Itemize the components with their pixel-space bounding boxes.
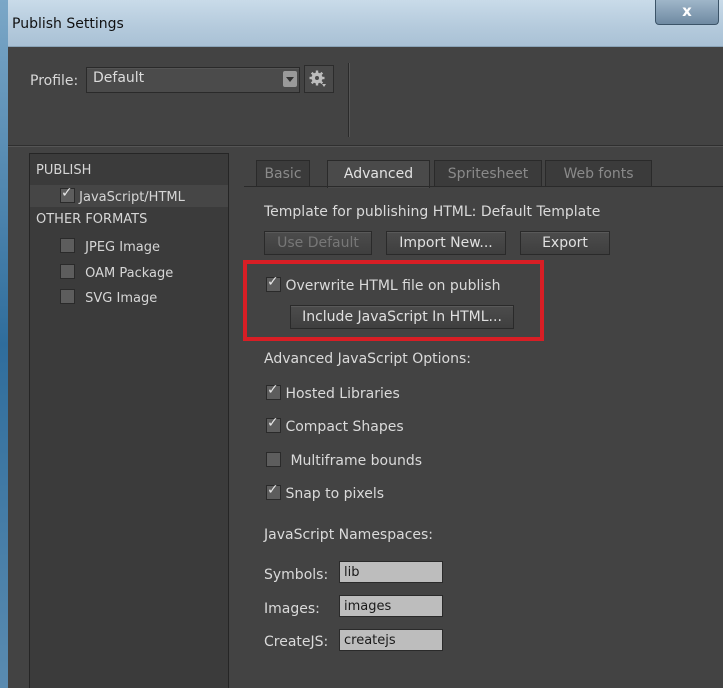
tab-web-fonts[interactable]: Web fonts bbox=[545, 160, 652, 187]
overwrite-label: Overwrite HTML file on publish bbox=[285, 278, 501, 294]
option-compact-shapes[interactable]: Compact Shapes bbox=[266, 415, 404, 435]
format-checkbox[interactable] bbox=[60, 289, 75, 304]
option-checkbox[interactable] bbox=[266, 415, 281, 433]
use-default-button[interactable]: Use Default bbox=[264, 231, 372, 255]
format-item-svg[interactable]: SVG Image bbox=[60, 289, 157, 306]
format-item-javascript-html[interactable]: JavaScript/HTML bbox=[60, 185, 185, 205]
window-frame bbox=[0, 0, 8, 688]
option-multiframe-bounds[interactable]: Multiframe bounds bbox=[266, 452, 422, 469]
gear-icon bbox=[309, 70, 326, 87]
close-button[interactable]: x bbox=[655, 0, 719, 25]
header-divider bbox=[348, 63, 349, 137]
createjs-namespace-input[interactable]: createjs bbox=[339, 629, 443, 651]
export-button[interactable]: Export bbox=[520, 231, 610, 255]
format-label: SVG Image bbox=[85, 291, 158, 306]
tab-spritesheet[interactable]: Spritesheet bbox=[434, 160, 542, 187]
publish-settings-dialog: Publish Settings x Profile: Default PUBL… bbox=[0, 0, 723, 688]
other-formats-header: OTHER FORMATS bbox=[36, 212, 148, 227]
option-snap-to-pixels[interactable]: Snap to pixels bbox=[266, 482, 385, 502]
overwrite-html-option[interactable]: Overwrite HTML file on publish bbox=[266, 274, 501, 294]
format-checkbox[interactable] bbox=[60, 185, 75, 203]
format-list-panel: PUBLISH JavaScript/HTML OTHER FORMATS JP… bbox=[29, 153, 229, 688]
chevron-down-icon[interactable] bbox=[283, 71, 297, 87]
tab-basic[interactable]: Basic bbox=[256, 160, 310, 187]
format-item-oam[interactable]: OAM Package bbox=[60, 264, 173, 281]
format-label: JPEG Image bbox=[85, 240, 160, 255]
publish-header: PUBLISH bbox=[36, 163, 92, 178]
format-checkbox[interactable] bbox=[60, 238, 75, 253]
option-checkbox[interactable] bbox=[266, 452, 281, 467]
title-bar: Publish Settings x bbox=[8, 0, 723, 47]
namespace-label-createjs: CreateJS: bbox=[264, 634, 329, 650]
profile-label: Profile: bbox=[30, 73, 79, 89]
option-checkbox[interactable] bbox=[266, 482, 281, 500]
option-hosted-libraries[interactable]: Hosted Libraries bbox=[266, 382, 400, 402]
format-label: OAM Package bbox=[85, 266, 174, 281]
option-checkbox[interactable] bbox=[266, 382, 281, 400]
format-item-jpeg[interactable]: JPEG Image bbox=[60, 238, 160, 255]
profile-area: Profile: Default bbox=[8, 47, 723, 157]
namespaces-header: JavaScript Namespaces: bbox=[264, 527, 434, 543]
symbols-namespace-input[interactable]: lib bbox=[339, 561, 443, 583]
import-new-button[interactable]: Import New... bbox=[386, 231, 506, 255]
profile-select[interactable]: Default bbox=[86, 67, 300, 93]
section-divider bbox=[8, 145, 723, 146]
profile-options-button[interactable] bbox=[304, 65, 334, 93]
format-checkbox[interactable] bbox=[60, 264, 75, 279]
profile-value: Default bbox=[93, 70, 145, 86]
tab-baseline bbox=[244, 186, 723, 187]
template-text: Template for publishing HTML: Default Te… bbox=[264, 204, 601, 220]
include-javascript-button[interactable]: Include JavaScript In HTML... bbox=[290, 305, 514, 329]
option-label: Hosted Libraries bbox=[285, 386, 400, 402]
format-label: JavaScript/HTML bbox=[79, 190, 185, 205]
namespace-label-symbols: Symbols: bbox=[264, 567, 329, 583]
window-title: Publish Settings bbox=[12, 16, 124, 32]
option-label: Compact Shapes bbox=[285, 419, 404, 435]
option-label: Snap to pixels bbox=[285, 486, 385, 502]
tab-advanced[interactable]: Advanced bbox=[327, 160, 430, 188]
option-label: Multiframe bounds bbox=[290, 453, 423, 469]
namespace-label-images: Images: bbox=[264, 601, 320, 617]
images-namespace-input[interactable]: images bbox=[339, 595, 443, 617]
overwrite-checkbox[interactable] bbox=[266, 274, 281, 292]
js-options-header: Advanced JavaScript Options: bbox=[264, 351, 471, 367]
